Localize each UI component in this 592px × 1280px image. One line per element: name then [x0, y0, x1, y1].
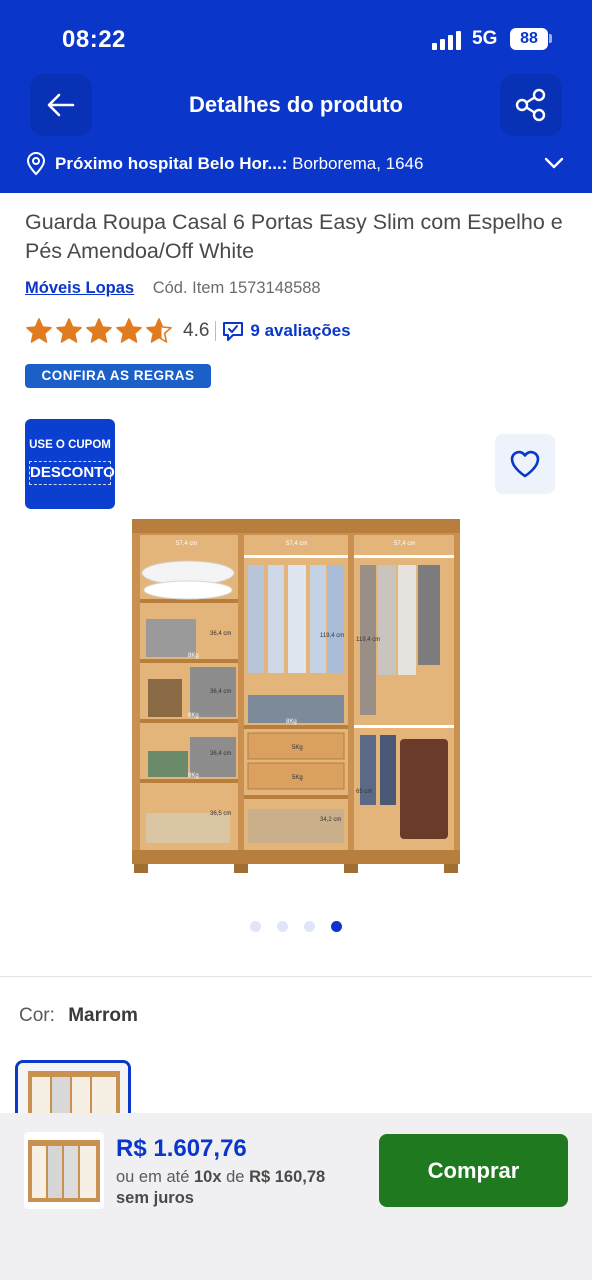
star-icon: [116, 318, 142, 343]
installment-suffix: sem juros: [116, 1189, 194, 1207]
weight-3: 8Kg: [188, 713, 199, 719]
dim-h3: 36,4 cm: [210, 751, 231, 757]
item-code: Cód. Item 1573148588: [152, 279, 321, 297]
top-nav: Detalhes do produto: [0, 72, 592, 138]
color-value: Marrom: [68, 1005, 138, 1026]
coupon-badge[interactable]: USE O CUPOM DESCONTO: [25, 419, 115, 509]
star-icon: [86, 318, 112, 343]
carousel-dots: [250, 921, 342, 932]
product-price: R$ 1.607,76: [116, 1135, 247, 1162]
product-image[interactable]: 57,4 cm 57,4 cm 57,4 cm 36,4 cm 36,4 cm …: [128, 515, 464, 877]
weight-5: 8Kg: [286, 719, 297, 725]
rules-badge[interactable]: CONFIRA AS REGRAS: [25, 364, 211, 388]
location-label: Próximo hospital Belo Hor...:: [55, 154, 288, 173]
dim-hang-right: 119,4 cm: [356, 637, 380, 643]
seller-link[interactable]: Móveis Lopas: [25, 279, 134, 297]
star-icon: [56, 318, 82, 343]
carousel-dot[interactable]: [304, 921, 315, 932]
dim-h1: 36,4 cm: [210, 631, 231, 637]
installment-prefix: ou em até: [116, 1168, 190, 1186]
review-icon: [223, 322, 244, 341]
rating-row: 4.6 9 avaliações: [25, 316, 351, 346]
coupon-main-text: DESCONTO: [29, 461, 115, 485]
dim-hang-mid: 119,4 cm: [320, 633, 344, 639]
dim-width-mid: 57,4 cm: [286, 541, 307, 547]
section-divider: [0, 976, 592, 977]
weight-4: 8Kg: [188, 773, 199, 779]
product-thumbnail: [24, 1132, 104, 1209]
carousel-dot[interactable]: [331, 921, 342, 932]
rating-value: 4.6: [183, 320, 210, 341]
drawer-weight-2: 5Kg: [292, 775, 303, 781]
network-type: 5G: [472, 28, 498, 49]
product-title: Guarda Roupa Casal 6 Portas Easy Slim co…: [25, 210, 563, 263]
seller-row: Móveis Lopas Cód. Item 1573148588: [25, 279, 321, 301]
dim-lower-right: 65 cm: [356, 789, 372, 795]
battery-tip: [549, 34, 552, 43]
installment-value: R$ 160,78: [249, 1168, 326, 1186]
installment-mid: de: [226, 1168, 245, 1186]
drawer-weight-1: 5Kg: [292, 745, 303, 751]
color-label: Cor:: [19, 1005, 55, 1026]
share-icon: [515, 88, 546, 122]
installment-info: ou em até 10x de R$ 160,78 sem juros: [116, 1167, 366, 1209]
weight-1: 8Kg: [188, 593, 199, 599]
battery-icon: 88: [510, 28, 548, 50]
rating-divider: [215, 321, 217, 341]
weight-2: 8Kg: [188, 653, 199, 659]
location-text: Próximo hospital Belo Hor...: Borborema,…: [55, 154, 423, 174]
rating-stars: [25, 317, 173, 345]
coupon-top-text: USE O CUPOM: [29, 439, 111, 451]
carousel-dot[interactable]: [277, 921, 288, 932]
reviews-link[interactable]: 9 avaliações: [250, 321, 350, 341]
signal-icon: [432, 31, 461, 50]
chevron-down-icon[interactable]: [543, 155, 565, 171]
status-bar: 08:22 5G 88: [0, 0, 592, 70]
buy-button[interactable]: Comprar: [379, 1134, 568, 1207]
carousel-dot[interactable]: [250, 921, 261, 932]
dim-h2: 36,4 cm: [210, 689, 231, 695]
share-button[interactable]: [500, 74, 562, 136]
star-icon: [26, 318, 52, 343]
dim-width-right: 57,4 cm: [394, 541, 415, 547]
purchase-bar: R$ 1.607,76 ou em até 10x de R$ 160,78 s…: [0, 1113, 592, 1280]
location-pin-icon: [26, 152, 46, 176]
favorite-button[interactable]: [495, 434, 555, 494]
delivery-location[interactable]: Próximo hospital Belo Hor...: Borborema,…: [0, 145, 592, 185]
dim-h4: 36,5 cm: [210, 811, 231, 817]
color-selector-label: Cor: Marrom: [19, 1005, 138, 1027]
status-time: 08:22: [62, 26, 126, 53]
heart-icon: [510, 450, 540, 478]
dim-width-left: 57,4 cm: [176, 541, 197, 547]
installment-count: 10x: [193, 1168, 222, 1186]
dim-shoe-mid: 34,2 cm: [320, 817, 341, 823]
thumbnail-image: [24, 1132, 104, 1209]
star-icon: [146, 318, 172, 343]
app-header: 08:22 5G 88 Detalhes do produto Próximo …: [0, 0, 592, 193]
location-address: Borborema, 1646: [292, 154, 424, 173]
